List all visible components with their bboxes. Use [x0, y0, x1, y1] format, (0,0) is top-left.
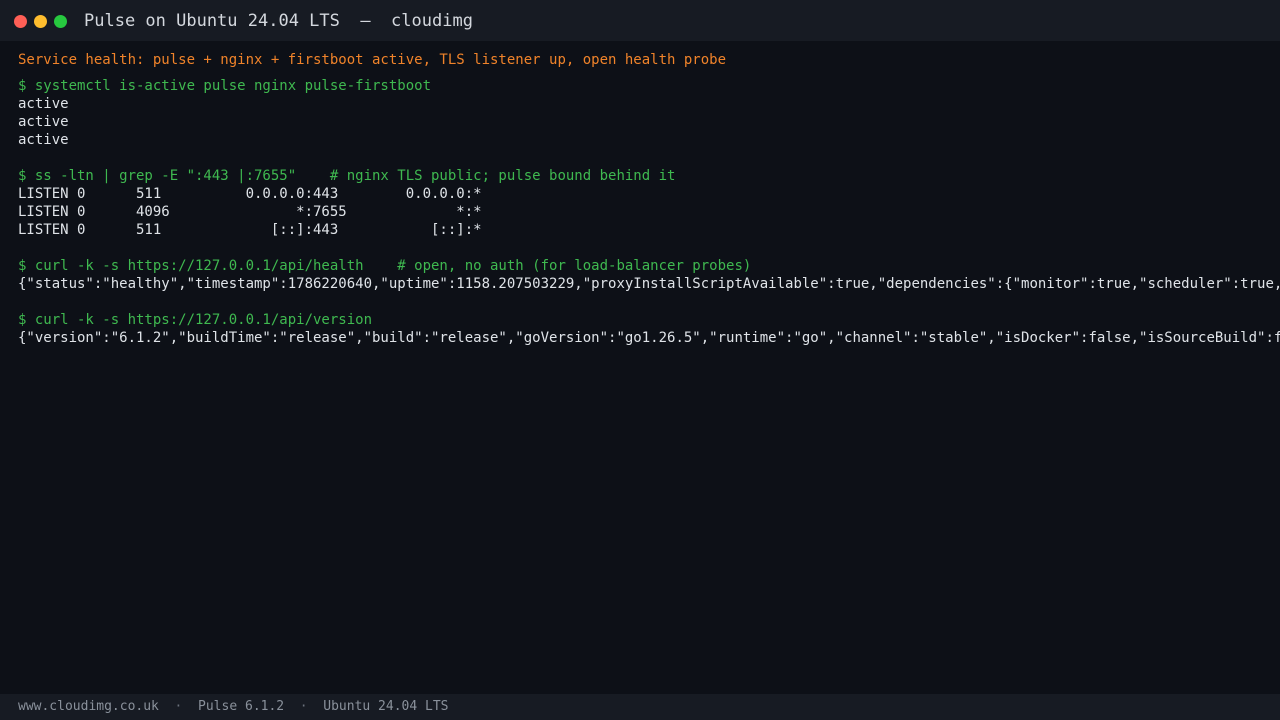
output-line: active: [18, 96, 69, 112]
minimize-window-button[interactable]: [34, 15, 47, 28]
output-line: LISTEN 0 4096 *:7655 *:*: [18, 204, 482, 220]
maximize-window-button[interactable]: [54, 15, 67, 28]
command-line: $ curl -k -s https://127.0.0.1/api/versi…: [18, 312, 373, 328]
service-health-banner: Service health: pulse + nginx + firstboo…: [18, 52, 727, 68]
output-line: LISTEN 0 511 0.0.0.0:443 0.0.0.0:*: [18, 186, 482, 202]
terminal-output[interactable]: Service health: pulse + nginx + firstboo…: [18, 51, 1280, 691]
status-separator: ·: [174, 699, 183, 714]
command-line: $ systemctl is-active pulse nginx pulse-…: [18, 78, 432, 94]
command-line: $ ss -ltn | grep -E ":443 |:7655" # ngin…: [18, 168, 676, 184]
title-bar: Pulse on Ubuntu 24.04 LTS — cloudimg: [0, 0, 1280, 41]
status-text: www.cloudimg.co.uk · Pulse 6.1.2 · Ubunt…: [18, 699, 449, 715]
status-separator: ·: [299, 699, 308, 714]
output-line: {"version":"6.1.2","buildTime":"release"…: [18, 330, 1280, 346]
output-line: LISTEN 0 511 [::]:443 [::]:*: [18, 222, 482, 238]
output-line: active: [18, 114, 69, 130]
status-product: Pulse 6.1.2: [198, 699, 285, 714]
window-title: Pulse on Ubuntu 24.04 LTS — cloudimg: [84, 11, 473, 31]
terminal-lines: $ systemctl is-active pulse nginx pulse-…: [18, 77, 1280, 347]
output-line: {"status":"healthy","timestamp":17862206…: [18, 276, 1280, 292]
status-os: Ubuntu 24.04 LTS: [323, 699, 449, 714]
close-window-button[interactable]: [14, 15, 27, 28]
command-line: $ curl -k -s https://127.0.0.1/api/healt…: [18, 258, 752, 274]
output-line: active: [18, 132, 69, 148]
status-bar: www.cloudimg.co.uk · Pulse 6.1.2 · Ubunt…: [0, 694, 1280, 720]
status-site: www.cloudimg.co.uk: [18, 699, 159, 714]
